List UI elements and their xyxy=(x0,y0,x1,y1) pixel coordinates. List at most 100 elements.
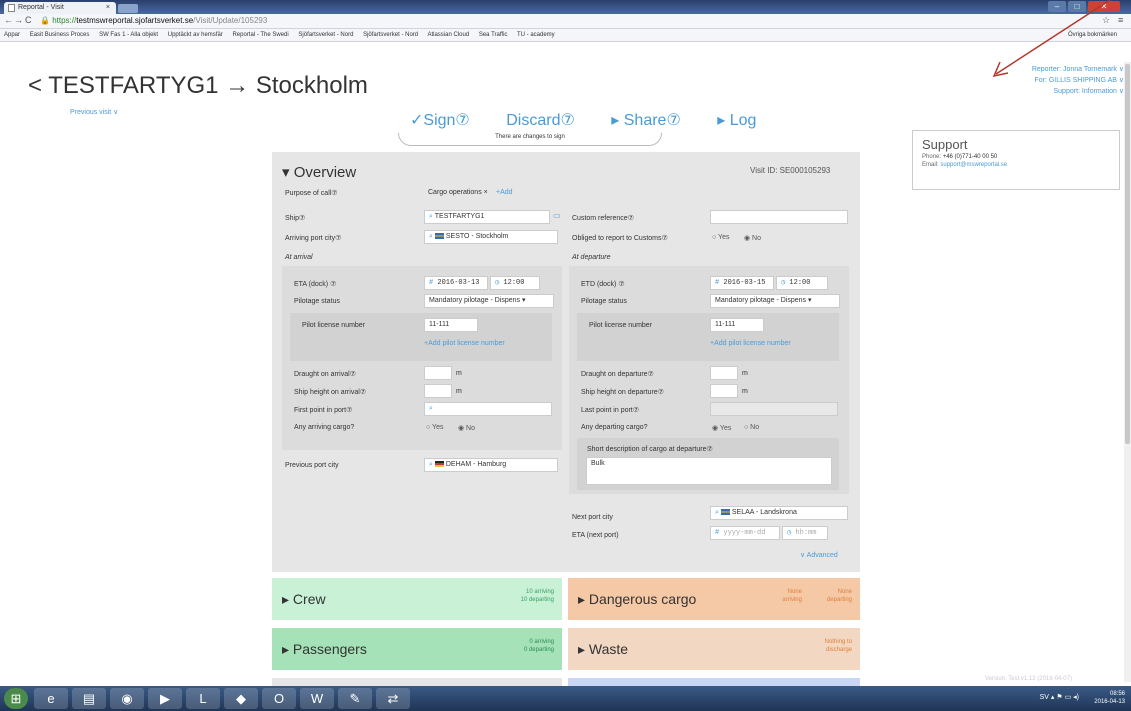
customs-no-radio[interactable]: ◉ No xyxy=(744,234,761,242)
ship-height-arrival-input[interactable] xyxy=(424,384,452,398)
app-icon[interactable]: ◆ xyxy=(224,688,258,709)
support-dropdown[interactable]: Support: Information ∨ xyxy=(900,86,1125,97)
new-tab-button[interactable] xyxy=(118,4,138,13)
last-point-label: Last point in port⑦ xyxy=(581,407,640,414)
next-card-left xyxy=(272,678,562,686)
eta-date-input[interactable]: # 2016-03-13 xyxy=(424,276,488,290)
reporter-block: Reporter: Jonna Tornemark ∨ For: GILLIS … xyxy=(900,64,1124,97)
waste-card[interactable]: ▸ Waste Nothing to discharge xyxy=(568,628,860,670)
ship-input[interactable]: ⌕ TESTFARTYG1 xyxy=(424,210,550,224)
reload-icon[interactable]: C xyxy=(25,15,32,25)
eta-next-time-input[interactable]: ◷ hh:mm xyxy=(782,526,828,540)
url-input[interactable]: 🔒 https://testmswreportal.sjofartsverket… xyxy=(40,15,1110,26)
bookmark-item[interactable]: Sea Traffic xyxy=(479,32,508,38)
outlook-icon[interactable]: O xyxy=(262,688,296,709)
departing-cargo-no-radio[interactable]: ○ No xyxy=(744,424,759,431)
media-icon[interactable]: ▶ xyxy=(148,688,182,709)
purpose-add-link[interactable]: +Add xyxy=(496,189,513,196)
crew-card[interactable]: ▸ Crew 10 arriving 10 departing xyxy=(272,578,562,620)
url-host: testmswreportal.sjofartsverket.se xyxy=(76,16,194,25)
bookmark-item[interactable]: Easit Business Proces xyxy=(30,32,90,38)
support-email: Email: support@mswreportal.se xyxy=(922,162,1008,168)
explorer-icon[interactable]: ▤ xyxy=(72,688,106,709)
passengers-card[interactable]: ▸ Passengers 0 arriving 0 departing xyxy=(272,628,562,670)
departing-cargo-yes-radio[interactable]: ◉ Yes xyxy=(712,424,731,432)
sign-button[interactable]: ✓Sign⑦ xyxy=(410,112,470,129)
ship-details-icon[interactable]: ▭ xyxy=(553,211,561,220)
chrome-icon[interactable]: ◉ xyxy=(110,688,144,709)
bookmark-item[interactable]: TU - academy xyxy=(517,32,555,38)
discard-button[interactable]: Discard⑦ xyxy=(506,112,575,129)
short-desc-textarea[interactable]: Bulk xyxy=(586,457,832,485)
bookmarks-bar: Appar Easit Business Proces SW Fas 1 - A… xyxy=(0,29,1131,42)
tab-title: Reportal - Visit xyxy=(18,4,64,11)
purpose-label: Purpose of call⑦ xyxy=(285,190,338,197)
bookmark-apps[interactable]: Appar xyxy=(4,32,20,38)
browser-tab[interactable]: Reportal - Visit × xyxy=(4,2,116,14)
departing-cargo-label: Any departing cargo? xyxy=(581,424,648,431)
lync-icon[interactable]: L xyxy=(186,688,220,709)
previous-port-input[interactable]: ⌕ DEHAM - Hamburg xyxy=(424,458,558,472)
network-app-icon[interactable]: ⇄ xyxy=(376,688,410,709)
draught-arrival-input[interactable] xyxy=(424,366,452,380)
eta-next-date-input[interactable]: # yyyy-mm-dd xyxy=(710,526,780,540)
sweden-flag-icon xyxy=(434,233,444,240)
bookmark-item[interactable]: Reportal - The Swedi xyxy=(232,32,288,38)
ship-height-departure-input[interactable] xyxy=(710,384,738,398)
page-icon xyxy=(8,4,15,12)
language-indicator[interactable]: SV xyxy=(1040,694,1049,701)
pilot-license-departure-label: Pilot license number xyxy=(589,322,653,329)
last-point-input[interactable] xyxy=(710,402,838,416)
paint-icon[interactable]: ✎ xyxy=(338,688,372,709)
reporter-dropdown[interactable]: Reporter: Jonna Tornemark ∨ xyxy=(900,64,1124,75)
ie-icon[interactable]: e xyxy=(34,688,68,709)
share-button[interactable]: ▸ Share⑦ xyxy=(611,112,681,129)
pilot-license-arrival-input[interactable]: 11-111 xyxy=(424,318,478,332)
forward-icon[interactable]: → xyxy=(14,15,23,25)
for-company-dropdown[interactable]: For: GILLIS SHIPPING AB ∨ xyxy=(900,75,1124,86)
bookmark-item[interactable]: Sjöfartsverket - Nord xyxy=(298,32,353,38)
previous-port-label: Previous port city xyxy=(285,462,339,469)
advanced-toggle[interactable]: ∨ Advanced xyxy=(800,551,838,559)
start-button[interactable]: ⊞ xyxy=(4,688,28,709)
first-point-label: First point in port⑦ xyxy=(294,407,353,414)
log-button[interactable]: ▸ Log xyxy=(717,112,756,129)
bookmark-item[interactable]: Sjöfartsverket - Nord xyxy=(363,32,418,38)
bookmark-item[interactable]: Atlassian Cloud xyxy=(427,32,469,38)
word-icon[interactable]: W xyxy=(300,688,334,709)
add-pilot-license-arrival-link[interactable]: +Add pilot license number xyxy=(424,340,505,347)
url-scheme: https:// xyxy=(52,16,77,25)
clock[interactable]: 08:56 2016-04-13 xyxy=(1094,690,1125,706)
bookmark-item[interactable]: Upptäckt av hemsfär xyxy=(168,32,223,38)
pilot-license-departure-input[interactable]: 11-111 xyxy=(710,318,764,332)
purpose-tag[interactable]: Cargo operations × xyxy=(428,189,488,196)
custom-ref-input[interactable] xyxy=(710,210,848,224)
bookmark-item[interactable]: SW Fas 1 - Alla objekt xyxy=(99,32,158,38)
previous-visit-link[interactable]: Previous visit ∨ xyxy=(70,108,118,116)
next-port-input[interactable]: ⌕ SELAA - Landskrona xyxy=(710,506,848,520)
next-port-label: Next port city xyxy=(572,514,613,521)
customs-yes-radio[interactable]: ○ Yes xyxy=(712,234,729,241)
page-title[interactable]: < TESTFARTYG1 → Stockholm xyxy=(28,72,368,100)
back-icon[interactable]: ← xyxy=(4,15,13,25)
etd-date-input[interactable]: # 2016-03-15 xyxy=(710,276,774,290)
page-scrollbar-thumb[interactable] xyxy=(1125,64,1130,444)
arriving-cargo-yes-radio[interactable]: ○ Yes xyxy=(426,424,443,431)
ship-height-arrival-label: Ship height on arrival⑦ xyxy=(294,389,367,396)
etd-time-input[interactable]: ◷ 12:00 xyxy=(776,276,828,290)
unit-m: m xyxy=(742,388,748,395)
draught-departure-input[interactable] xyxy=(710,366,738,380)
custom-ref-label: Custom reference⑦ xyxy=(572,215,634,222)
dangerous-cargo-card[interactable]: ▸ Dangerous cargo None arriving None depar… xyxy=(568,578,860,620)
tab-close-icon[interactable]: × xyxy=(106,2,110,14)
pilotage-departure-select[interactable]: Mandatory pilotage - Dispens ▾ xyxy=(710,294,840,308)
arriving-cargo-no-radio[interactable]: ◉ No xyxy=(458,424,475,432)
first-point-input[interactable]: ⌕ xyxy=(424,402,552,416)
sweden-flag-icon xyxy=(720,509,730,516)
overview-toggle[interactable]: ▾ Overview xyxy=(282,163,356,181)
eta-time-input[interactable]: ◷ 12:00 xyxy=(490,276,540,290)
arriving-port-input[interactable]: ⌕ SESTO - Stockholm xyxy=(424,230,558,244)
dangerous-arriving: None arriving xyxy=(782,589,802,603)
pilotage-arrival-select[interactable]: Mandatory pilotage - Dispens ▾ xyxy=(424,294,554,308)
add-pilot-license-departure-link[interactable]: +Add pilot license number xyxy=(710,340,791,347)
